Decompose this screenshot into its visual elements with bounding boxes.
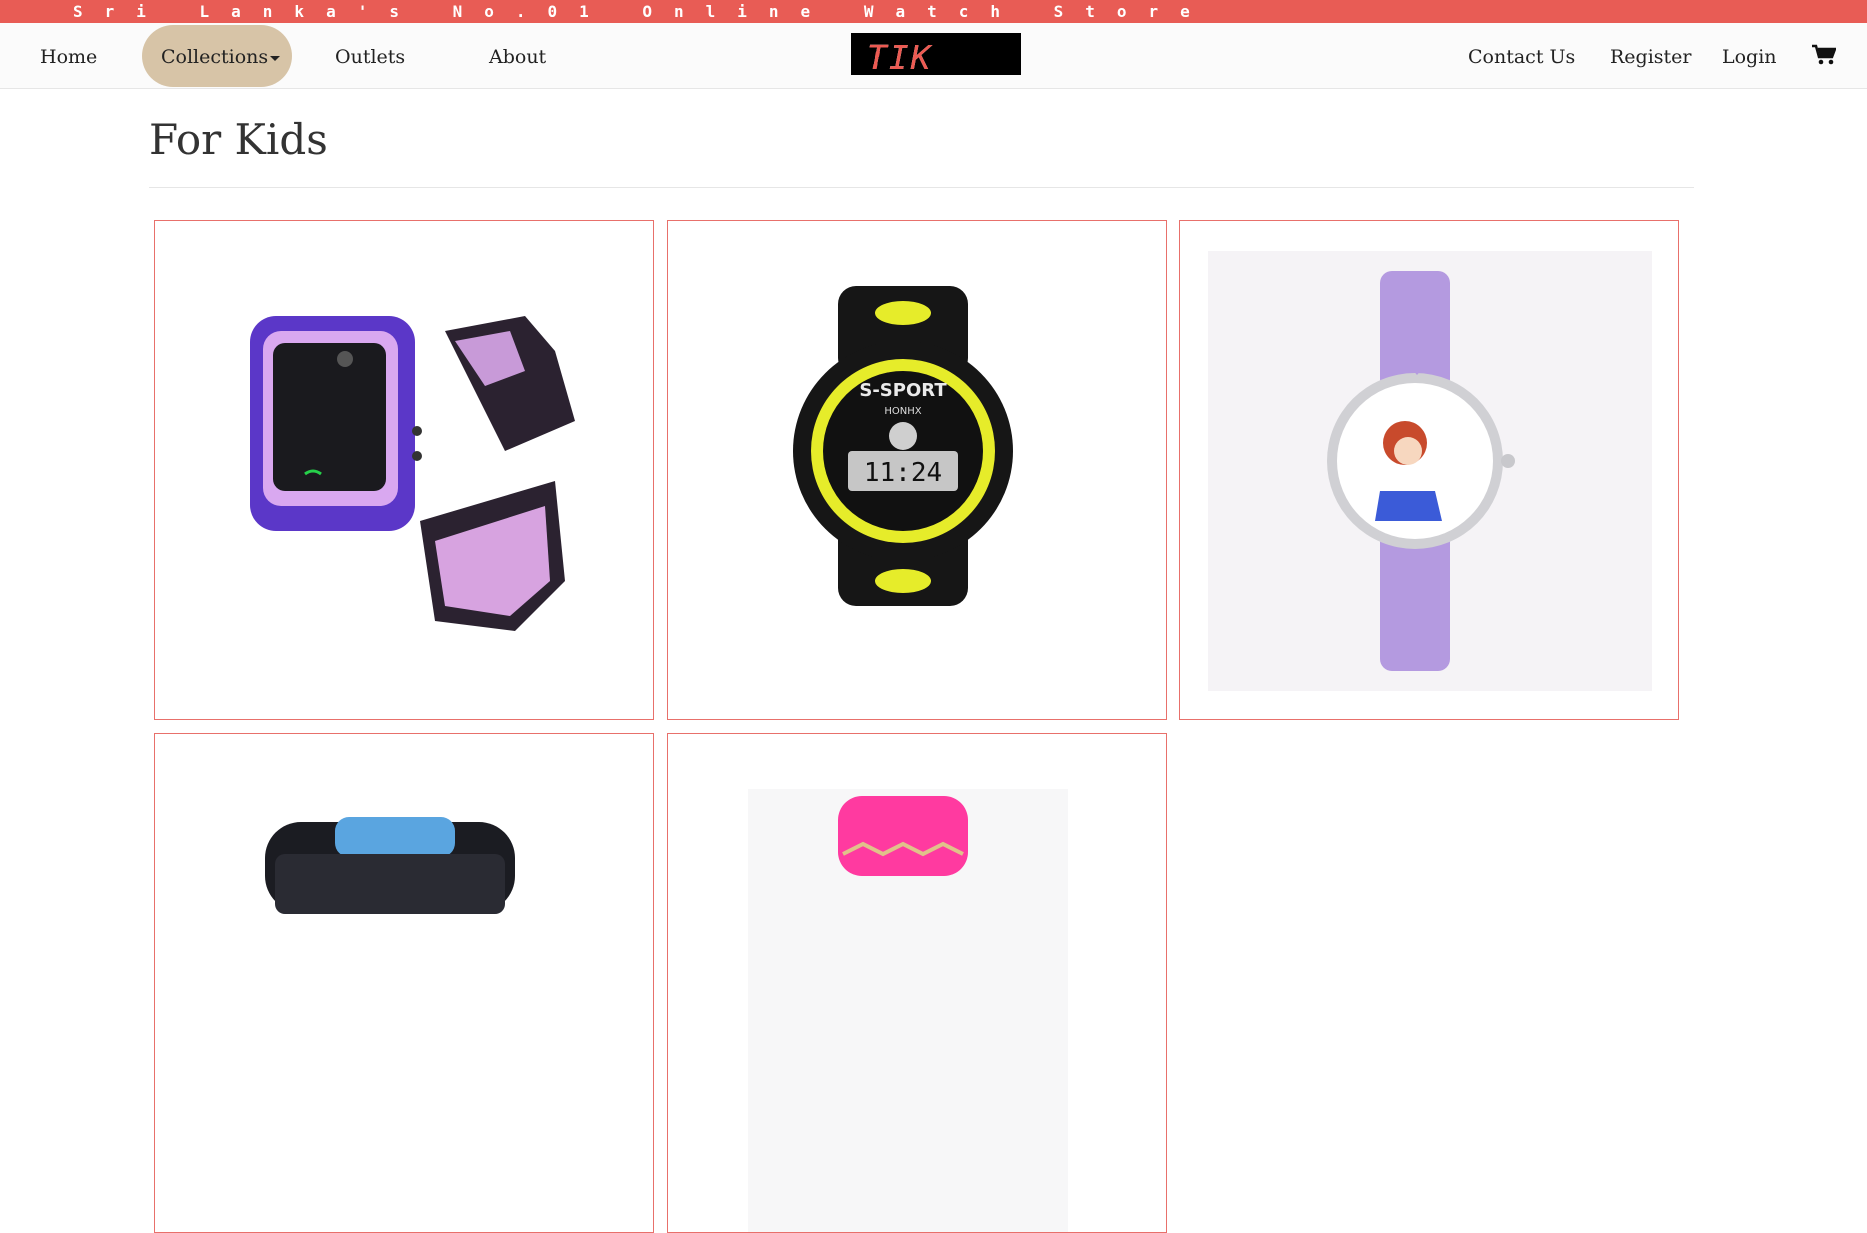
announcement-text: Sri Lanka's No.01 Online Watch Store	[73, 2, 1212, 21]
nav-register[interactable]: Register	[1610, 45, 1692, 69]
nav-contact-us[interactable]: Contact Us	[1468, 45, 1575, 69]
product-image-lilac-princess-watch	[1208, 251, 1652, 691]
nav-collections-label: Collections	[161, 46, 269, 68]
product-card[interactable]	[1179, 220, 1679, 720]
svg-text:S-SPORT: S-SPORT	[859, 380, 947, 401]
shopping-cart-icon[interactable]	[1812, 44, 1836, 66]
nav-home[interactable]: Home	[40, 45, 97, 69]
nav-login[interactable]: Login	[1722, 45, 1777, 69]
nav-outlets[interactable]: Outlets	[335, 45, 405, 69]
product-image-pink-watch	[748, 789, 1068, 1232]
nav-collections[interactable]: Collections	[161, 45, 281, 69]
title-divider	[149, 187, 1694, 188]
svg-text:HONHX: HONHX	[884, 406, 921, 417]
product-image-black-yellow-sport-watch: S-SPORT HONHX 11:24	[793, 286, 1013, 606]
product-card[interactable]	[667, 733, 1167, 1233]
svg-text:11:24: 11:24	[864, 458, 942, 488]
main-navbar: Home Collections Outlets About TIK: TIK C…	[0, 23, 1867, 89]
logo-part-2: TIK	[867, 38, 933, 77]
product-image-purple-smartwatch	[250, 316, 575, 631]
product-card[interactable]: S-SPORT HONHX 11:24	[667, 220, 1167, 720]
product-image-blue-black-smartwatch	[265, 817, 515, 914]
site-logo[interactable]: TIK: TIK	[851, 33, 1021, 75]
product-card[interactable]	[154, 733, 654, 1233]
page-title: For Kids	[149, 115, 328, 164]
nav-about[interactable]: About	[489, 45, 546, 69]
top-announcement-bar: Sri Lanka's No.01 Online Watch Store	[0, 0, 1867, 23]
product-card[interactable]	[154, 220, 654, 720]
chevron-down-icon	[270, 55, 281, 61]
